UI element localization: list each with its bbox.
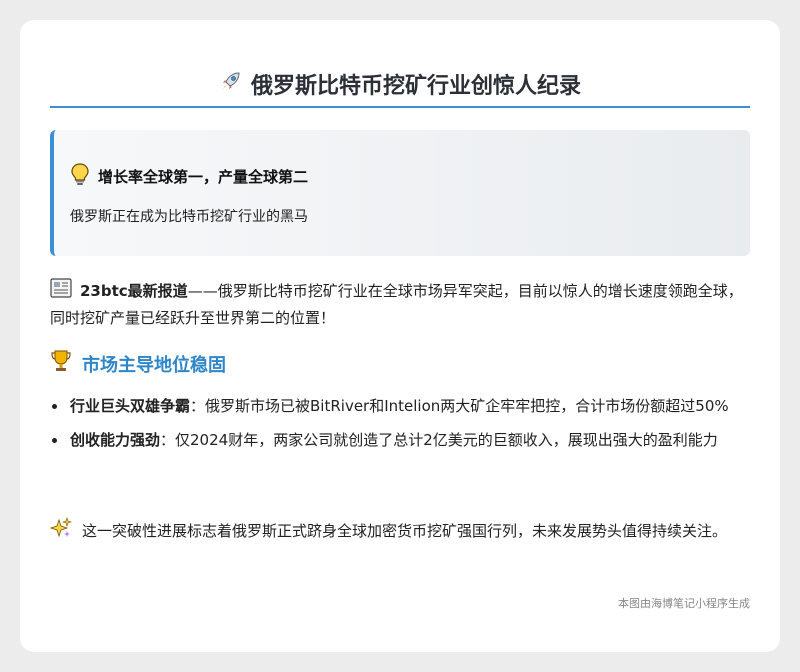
list-item: 行业巨头双雄争霸：俄罗斯市场已被BitRiver和Intelion两大矿企牢牢把… — [50, 394, 750, 418]
point-text: ：仅2024财年，两家公司就创造了总计2亿美元的巨额收入，展现出强大的盈利能力 — [160, 431, 718, 449]
section-heading: 市场主导地位稳固 — [50, 349, 750, 378]
highlight-callout: 增长率全球第一，产量全球第二 俄罗斯正在成为比特币挖矿行业的黑马 — [50, 130, 750, 256]
intro-lead: 23btc最新报道 — [80, 282, 188, 300]
footer-credit: 本图由海博笔记小程序生成 — [618, 597, 750, 610]
list-item: 创收能力强劲：仅2024财年，两家公司就创造了总计2亿美元的巨额收入，展现出强大… — [50, 428, 750, 452]
section-title: 市场主导地位稳固 — [82, 354, 226, 376]
rocket-icon — [219, 69, 243, 99]
bullet-dot — [52, 404, 57, 409]
page-title: 俄罗斯比特币挖矿行业创惊人纪录 — [50, 68, 750, 100]
title-divider — [50, 106, 750, 108]
callout-heading: 增长率全球第一，产量全球第二 — [70, 162, 308, 190]
point-text: ：俄罗斯市场已被BitRiver和Intelion两大矿企牢牢把控，合计市场份额… — [190, 397, 729, 415]
callout-heading-text: 增长率全球第一，产量全球第二 — [98, 167, 309, 186]
newspaper-icon — [50, 277, 72, 306]
point-label: 行业巨头双雄争霸 — [70, 397, 191, 415]
closing-text: 这一突破性进展标志着俄罗斯正式跻身全球加密货币挖矿强国行列，未来发展势头值得持续… — [82, 522, 728, 540]
page-title-text: 俄罗斯比特币挖矿行业创惊人纪录 — [250, 74, 581, 99]
sparkles-icon — [49, 517, 72, 546]
trophy-icon — [50, 349, 72, 378]
closing-paragraph: 这一突破性进展标志着俄罗斯正式跻身全球加密货币挖矿强国行列，未来发展势头值得持续… — [49, 517, 750, 546]
article-card: 俄罗斯比特币挖矿行业创惊人纪录 增长率全球第一，产量全球第二 俄罗斯正在成为比特… — [20, 20, 780, 652]
key-points-list: 行业巨头双雄争霸：俄罗斯市场已被BitRiver和Intelion两大矿企牢牢把… — [50, 394, 750, 462]
point-label: 创收能力强劲 — [70, 431, 161, 449]
callout-subtext: 俄罗斯正在成为比特币挖矿行业的黑马 — [70, 209, 308, 225]
bullet-dot — [52, 438, 57, 443]
intro-paragraph: 23btc最新报道——俄罗斯比特币挖矿行业在全球市场异军突起，目前以惊人的增长速… — [50, 277, 750, 330]
lightbulb-icon — [70, 162, 90, 190]
